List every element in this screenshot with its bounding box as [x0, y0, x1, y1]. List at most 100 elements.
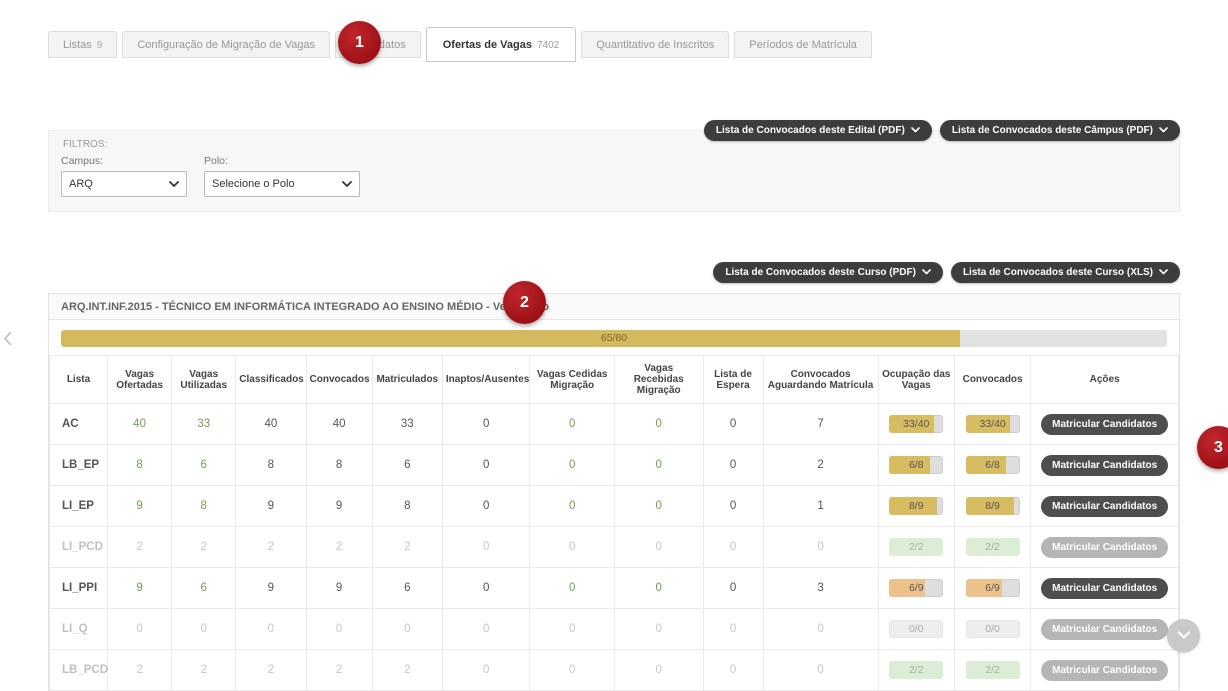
tab-ofertas-de-vagas[interactable]: Ofertas de Vagas7402 — [426, 27, 577, 62]
value-cell: 2 — [236, 527, 306, 568]
value-cell: 0 — [442, 404, 530, 445]
value-cell: 0 — [614, 609, 703, 650]
column-header-vagas-recebidas-migracao: Vagas Recebidas Migração — [614, 356, 703, 404]
polo-select-value: Selecione o Polo — [212, 178, 295, 190]
value-cell: 33 — [372, 404, 442, 445]
column-header-lista-de-espera: Lista de Espera — [703, 356, 763, 404]
course-card: ARQ.INT.INF.2015 - TÉCNICO EM INFORMÁTIC… — [48, 293, 1180, 691]
ocupacao-badge: 33/40 — [889, 415, 943, 433]
tab-listas[interactable]: Listas9 — [48, 31, 117, 58]
value-cell: 0 — [614, 650, 703, 691]
value-cell: 9 — [108, 486, 172, 527]
value-cell: 9 — [306, 486, 372, 527]
export-campus-pdf-button[interactable]: Lista de Convocados deste Câmpus (PDF) — [940, 120, 1180, 141]
column-header-vagas-ofertadas: Vagas Ofertadas — [108, 356, 172, 404]
export-curso-xls-button[interactable]: Lista de Convocados deste Curso (XLS) — [951, 262, 1180, 283]
table-row-li-ppi: LI_PPI96996000036/96/9Matricular Candida… — [50, 568, 1179, 609]
campus-select[interactable]: ARQ — [61, 171, 187, 197]
lista-cell: LI_PPI — [50, 568, 108, 609]
badge-label: 8/9 — [889, 497, 943, 515]
tab-label: Listas — [63, 39, 92, 51]
matricular-candidatos-button[interactable]: Matricular Candidatos — [1041, 578, 1168, 599]
column-header-convocados-aguardando-matricula: Convocados Aguardando Matrícula — [763, 356, 878, 404]
value-cell: 0 — [442, 445, 530, 486]
value-cell: 2 — [372, 650, 442, 691]
acoes-cell: Matricular Candidatos — [1031, 486, 1179, 527]
value-cell: 0 — [703, 404, 763, 445]
convocados-cell: 0/0 — [954, 609, 1030, 650]
value-cell: 3 — [763, 568, 878, 609]
ocupacao-cell: 33/40 — [878, 404, 954, 445]
chevron-down-icon — [1159, 267, 1168, 278]
lista-cell: LI_PCD — [50, 527, 108, 568]
tab-periodos-de-matricula[interactable]: Períodos de Matrícula — [734, 31, 872, 58]
value-cell: 2 — [236, 650, 306, 691]
value-cell: 7 — [763, 404, 878, 445]
acoes-cell: Matricular Candidatos — [1031, 445, 1179, 486]
badge-label: 6/9 — [889, 579, 943, 597]
value-cell: 9 — [236, 486, 306, 527]
convocados-badge: 2/2 — [966, 661, 1020, 679]
filter-panel: FILTROS: Campus: ARQ Polo: Selecione o P… — [48, 130, 1180, 212]
campus-field: Campus: ARQ — [61, 155, 187, 197]
export-campus-pdf-label: Lista de Convocados deste Câmpus (PDF) — [952, 125, 1153, 136]
collapse-panel-chevron-left-icon[interactable] — [3, 331, 12, 351]
table-row-lb-pcd: LB_PCD22222000002/22/2Matricular Candida… — [50, 650, 1179, 691]
matricular-candidatos-button[interactable]: Matricular Candidatos — [1041, 414, 1168, 435]
value-cell: 2 — [763, 445, 878, 486]
value-cell: 0 — [530, 445, 614, 486]
matricular-candidatos-button[interactable]: Matricular Candidatos — [1041, 455, 1168, 476]
tab-quantitativo-de-inscritos[interactable]: Quantitativo de Inscritos — [581, 31, 729, 58]
chevron-down-icon — [911, 125, 920, 136]
value-cell: 9 — [236, 568, 306, 609]
export-edital-pdf-button[interactable]: Lista de Convocados deste Edital (PDF) — [704, 120, 932, 141]
convocados-badge: 2/2 — [966, 538, 1020, 556]
ocupacao-badge: 6/9 — [889, 579, 943, 597]
value-cell: 0 — [703, 445, 763, 486]
column-header-classificados: Classificados — [236, 356, 306, 404]
table-row-lb-ep: LB_EP86886000026/86/8Matricular Candidat… — [50, 445, 1179, 486]
matricular-candidatos-button[interactable]: Matricular Candidatos — [1041, 496, 1168, 517]
badge-label: 6/8 — [889, 456, 943, 474]
value-cell: 0 — [703, 486, 763, 527]
value-cell: 0 — [530, 609, 614, 650]
value-cell: 8 — [172, 486, 236, 527]
acoes-cell: Matricular Candidatos — [1031, 404, 1179, 445]
tab-configuracao-de-migracao-de-vagas[interactable]: Configuração de Migração de Vagas — [122, 31, 330, 58]
annotation-number: 2 — [520, 294, 529, 312]
polo-field: Polo: Selecione o Polo — [204, 155, 360, 197]
course-progress: 65/80 — [49, 320, 1179, 355]
chevron-down-icon — [1159, 125, 1168, 136]
ocupacao-badge: 2/2 — [889, 661, 943, 679]
column-header-ocupacao-das-vagas: Ocupação das Vagas — [878, 356, 954, 404]
value-cell: 2 — [108, 527, 172, 568]
convocados-badge: 33/40 — [966, 415, 1020, 433]
value-cell: 2 — [108, 650, 172, 691]
badge-label: 0/0 — [966, 620, 1020, 638]
table-row-li-pcd: LI_PCD22222000002/22/2Matricular Candida… — [50, 527, 1179, 568]
badge-label: 2/2 — [966, 661, 1020, 679]
value-cell: 9 — [108, 568, 172, 609]
value-cell: 40 — [306, 404, 372, 445]
value-cell: 0 — [614, 445, 703, 486]
export-curso-pdf-button[interactable]: Lista de Convocados deste Curso (PDF) — [713, 262, 943, 283]
tab-count-badge: 7402 — [537, 40, 559, 51]
value-cell: 2 — [306, 650, 372, 691]
value-cell: 0 — [442, 486, 530, 527]
lista-cell: LB_EP — [50, 445, 108, 486]
table-row-ac: AC40334040330000733/4033/40Matricular Ca… — [50, 404, 1179, 445]
ocupacao-cell: 6/9 — [878, 568, 954, 609]
matricular-candidatos-button: Matricular Candidatos — [1041, 660, 1168, 681]
value-cell: 0 — [763, 527, 878, 568]
convocados-badge: 6/9 — [966, 579, 1020, 597]
convocados-badge: 6/8 — [966, 456, 1020, 474]
scroll-down-button[interactable] — [1167, 619, 1200, 652]
chevron-down-icon — [1177, 627, 1191, 645]
value-cell: 0 — [530, 527, 614, 568]
acoes-cell: Matricular Candidatos — [1031, 527, 1179, 568]
convocados-cell: 33/40 — [954, 404, 1030, 445]
value-cell: 6 — [172, 568, 236, 609]
value-cell: 0 — [703, 568, 763, 609]
ocupacao-badge: 0/0 — [889, 620, 943, 638]
polo-select[interactable]: Selecione o Polo — [204, 171, 360, 197]
